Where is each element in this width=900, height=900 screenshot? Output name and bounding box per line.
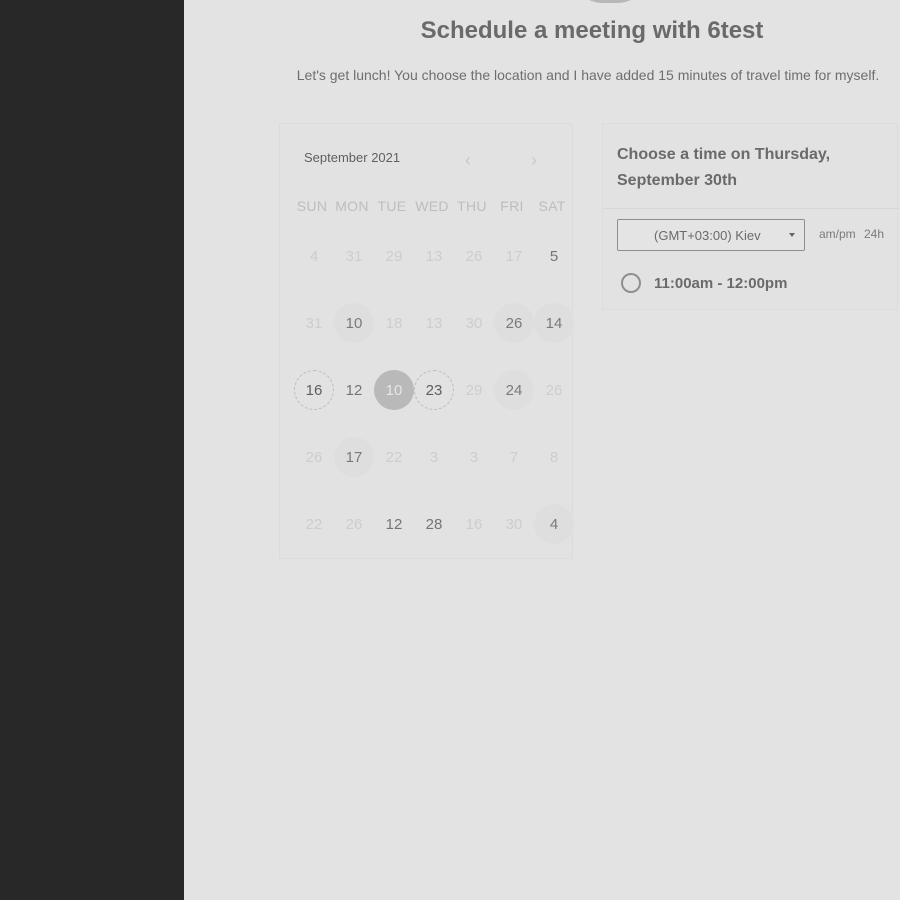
calendar-day: 16 — [465, 515, 483, 533]
time-slot-label: 11:00am - 12:00pm — [654, 275, 788, 292]
calendar-day: 31 — [345, 247, 363, 265]
format-24h-toggle[interactable]: 24h — [864, 227, 884, 241]
calendar-day[interactable]: 26 — [494, 303, 534, 343]
chevron-left-icon[interactable]: ‹ — [458, 150, 478, 170]
calendar-day: 26 — [465, 247, 483, 265]
calendar-day[interactable]: 12 — [334, 370, 374, 410]
calendar-day: 30 — [465, 314, 483, 332]
weekday-label: THU — [457, 198, 487, 214]
page-subtitle: Let's get lunch! You choose the location… — [296, 67, 880, 83]
calendar-day: 13 — [425, 314, 443, 332]
calendar-week-row: 22 26 12 28 16 30 4 — [294, 504, 574, 571]
calendar-day: 26 — [345, 515, 363, 533]
calendar-day[interactable]: 14 — [534, 303, 574, 343]
time-picker-heading: Choose a time on Thursday, September 30t… — [617, 146, 831, 189]
calendar-day: 26 — [305, 448, 323, 466]
calendar-month-label: September 2021 — [304, 150, 401, 165]
calendar-day: 13 — [425, 247, 443, 265]
timezone-value: (GMT+03:00) Kiev — [654, 228, 761, 243]
calendar-week-row: 26 17 22 3 3 7 8 — [294, 437, 574, 504]
calendar-day[interactable]: 24 — [494, 370, 534, 410]
calendar-day: 31 — [305, 314, 323, 332]
calendar-day: 30 — [505, 515, 523, 533]
calendar-day: 17 — [505, 247, 523, 265]
time-picker-card: Choose a time on Thursday, September 30t… — [602, 123, 899, 310]
calendar-day: 3 — [429, 448, 439, 466]
calendar-week-row: 16 12 10 23 29 24 26 — [294, 370, 574, 437]
format-ampm-toggle[interactable]: am/pm — [819, 227, 856, 241]
caret-down-icon — [789, 233, 795, 237]
calendar-day: 8 — [549, 448, 559, 466]
weekday-label: WED — [415, 198, 449, 214]
chevron-right-icon[interactable]: › — [524, 150, 544, 170]
calendar-day[interactable]: 17 — [334, 437, 374, 477]
weekday-label: FRI — [500, 198, 524, 214]
calendar-day: 29 — [465, 381, 483, 399]
page-title: Schedule a meeting with 6test — [420, 17, 764, 44]
calendar-week-row: 4 31 29 13 26 17 5 — [294, 236, 574, 303]
calendar-day: 3 — [469, 448, 479, 466]
calendar-day[interactable]: 16 — [294, 370, 334, 410]
calendar-card: September 2021 ‹ › SUN MON TUE WED THU FRI SAT… — [279, 123, 574, 559]
radio-button[interactable] — [621, 273, 641, 293]
calendar-week-row: 31 10 18 13 30 26 14 — [294, 303, 574, 370]
timezone-select[interactable]: (GMT+03:00) Kiev — [617, 219, 805, 251]
page-title-wrap: Schedule a meeting with 6test — [184, 17, 900, 45]
calendar-grid: 4 31 29 13 26 17 5 31 10 18 13 30 26 14 16 12 10 23 29 24 26… — [294, 236, 574, 571]
calendar-day: 29 — [385, 247, 403, 265]
calendar-day[interactable]: 23 — [414, 370, 454, 410]
calendar-day: 7 — [509, 448, 519, 466]
calendar-day[interactable]: 5 — [534, 236, 574, 276]
calendar-day[interactable]: 10 — [334, 303, 374, 343]
avatar — [570, 0, 650, 3]
calendar-day[interactable]: 12 — [374, 504, 414, 544]
calendar-day[interactable]: 28 — [414, 504, 454, 544]
weekday-header: SUN MON TUE WED THU FRI SAT — [292, 198, 572, 214]
weekday-label: SUN — [296, 198, 328, 214]
weekday-label: MON — [335, 198, 369, 214]
calendar-day-selected[interactable]: 10 — [374, 370, 414, 410]
weekday-label: SAT — [538, 198, 566, 214]
calendar-day[interactable]: 4 — [534, 504, 574, 544]
sidebar — [0, 0, 184, 900]
calendar-day: 26 — [545, 381, 563, 399]
calendar-day: 22 — [305, 515, 323, 533]
time-slot[interactable]: 11:00am - 12:00pm — [619, 272, 879, 298]
calendar-day: 18 — [385, 314, 403, 332]
divider — [603, 208, 899, 209]
weekday-label: TUE — [377, 198, 407, 214]
calendar-day: 22 — [385, 448, 403, 466]
calendar-day: 4 — [309, 247, 319, 265]
